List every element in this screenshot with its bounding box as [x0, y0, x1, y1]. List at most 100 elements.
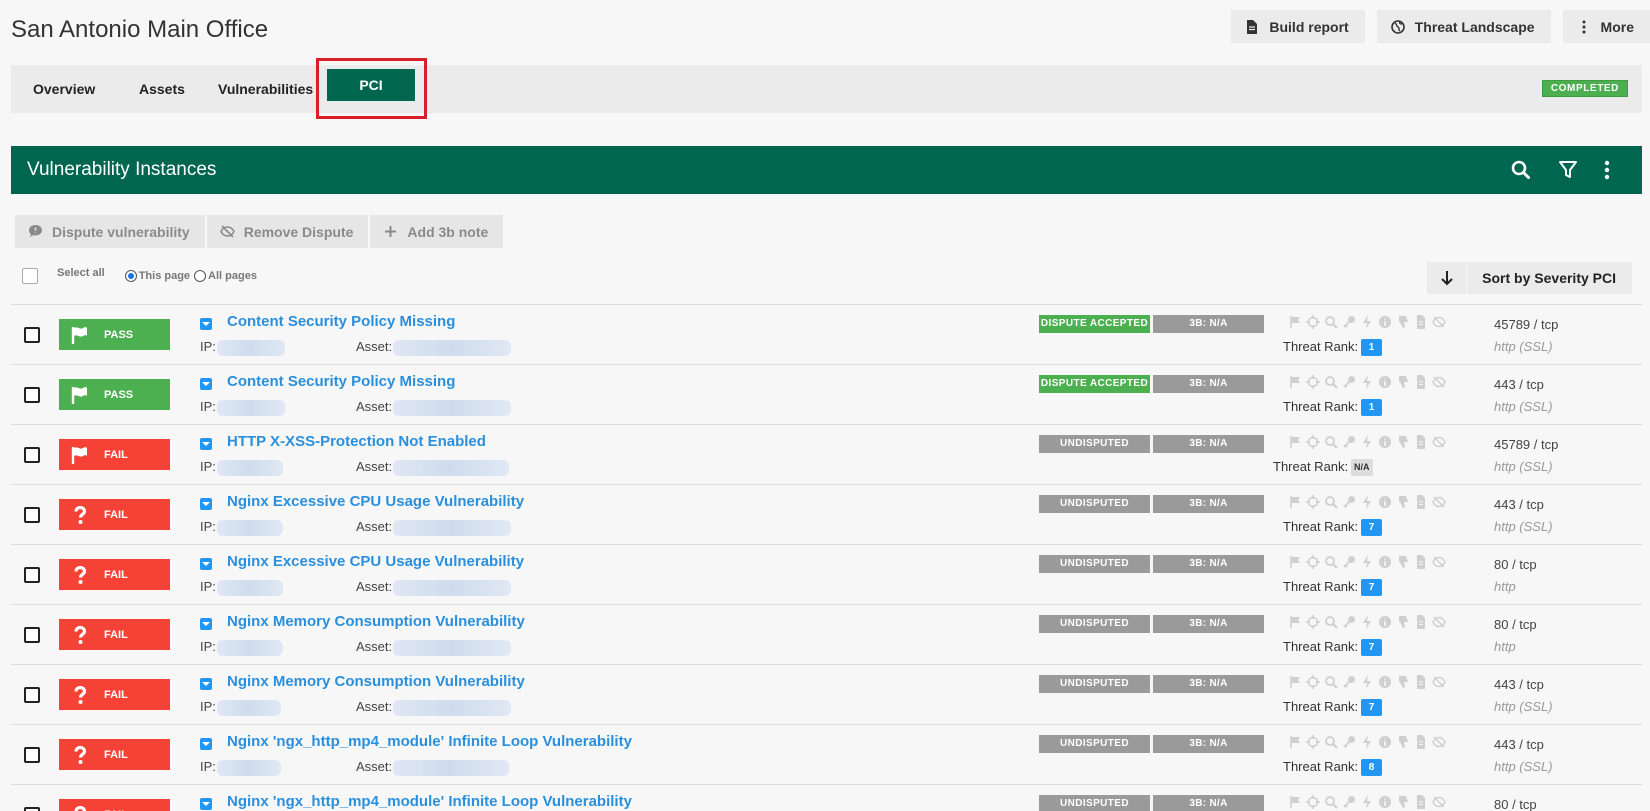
flag-icon[interactable] [1288, 375, 1302, 389]
more-icon[interactable] [1596, 159, 1618, 181]
sort-by-button[interactable]: Sort by Severity PCI [1467, 262, 1632, 294]
bolt-icon[interactable] [1360, 375, 1374, 389]
flag-icon[interactable] [1288, 495, 1302, 509]
thumbs-down-icon[interactable] [1396, 435, 1410, 449]
crosshair-icon[interactable] [1306, 795, 1320, 809]
info-icon[interactable] [1378, 735, 1392, 749]
flag-icon[interactable] [1288, 675, 1302, 689]
eye-slash-icon[interactable] [1432, 795, 1446, 809]
bolt-icon[interactable] [1360, 615, 1374, 629]
document-icon[interactable] [1414, 435, 1428, 449]
crosshair-icon[interactable] [1306, 735, 1320, 749]
row-checkbox[interactable] [24, 807, 40, 811]
flag-icon[interactable] [1288, 615, 1302, 629]
crosshair-icon[interactable] [1306, 315, 1320, 329]
expand-icon[interactable] [200, 558, 212, 570]
vulnerability-title-link[interactable]: Nginx Excessive CPU Usage Vulnerability [227, 493, 524, 510]
thumbs-down-icon[interactable] [1396, 375, 1410, 389]
dispute-vulnerability-button[interactable]: Dispute vulnerability [15, 215, 205, 248]
expand-icon[interactable] [200, 798, 212, 810]
thumbs-down-icon[interactable] [1396, 615, 1410, 629]
expand-icon[interactable] [200, 378, 212, 390]
key-icon[interactable] [1342, 675, 1356, 689]
expand-icon[interactable] [200, 498, 212, 510]
all-pages-radio[interactable] [194, 270, 207, 282]
info-icon[interactable] [1378, 495, 1392, 509]
eye-slash-icon[interactable] [1432, 555, 1446, 569]
expand-icon[interactable] [200, 738, 212, 750]
eye-slash-icon[interactable] [1432, 435, 1446, 449]
flag-icon[interactable] [1288, 795, 1302, 809]
eye-slash-icon[interactable] [1432, 375, 1446, 389]
bolt-icon[interactable] [1360, 435, 1374, 449]
bolt-icon[interactable] [1360, 735, 1374, 749]
document-icon[interactable] [1414, 615, 1428, 629]
crosshair-icon[interactable] [1306, 615, 1320, 629]
search-icon[interactable] [1324, 675, 1338, 689]
info-icon[interactable] [1378, 315, 1392, 329]
more-button[interactable]: More [1562, 10, 1650, 43]
vulnerability-title-link[interactable]: Nginx 'ngx_http_mp4_module' Infinite Loo… [227, 793, 632, 810]
thumbs-down-icon[interactable] [1396, 735, 1410, 749]
key-icon[interactable] [1342, 375, 1356, 389]
expand-icon[interactable] [200, 678, 212, 690]
document-icon[interactable] [1414, 375, 1428, 389]
tab-assets[interactable]: Assets [139, 65, 185, 113]
vulnerability-title-link[interactable]: Nginx 'ngx_http_mp4_module' Infinite Loo… [227, 733, 632, 750]
search-icon[interactable] [1324, 375, 1338, 389]
build-report-button[interactable]: Build report [1231, 10, 1365, 43]
this-page-option[interactable]: This page [124, 270, 190, 282]
flag-icon[interactable] [1288, 555, 1302, 569]
row-checkbox[interactable] [24, 387, 40, 403]
vulnerability-title-link[interactable]: Nginx Memory Consumption Vulnerability [227, 673, 525, 690]
thumbs-down-icon[interactable] [1396, 315, 1410, 329]
bolt-icon[interactable] [1360, 795, 1374, 809]
key-icon[interactable] [1342, 615, 1356, 629]
vulnerability-title-link[interactable]: Nginx Excessive CPU Usage Vulnerability [227, 553, 524, 570]
eye-slash-icon[interactable] [1432, 675, 1446, 689]
crosshair-icon[interactable] [1306, 555, 1320, 569]
search-icon[interactable] [1324, 735, 1338, 749]
row-checkbox[interactable] [24, 627, 40, 643]
search-icon[interactable] [1324, 795, 1338, 809]
select-all-checkbox[interactable] [22, 268, 38, 284]
tab-overview[interactable]: Overview [33, 65, 95, 113]
search-icon[interactable] [1324, 315, 1338, 329]
search-icon[interactable] [1324, 435, 1338, 449]
row-checkbox[interactable] [24, 687, 40, 703]
flag-icon[interactable] [1288, 735, 1302, 749]
all-pages-option[interactable]: All pages [194, 270, 257, 282]
info-icon[interactable] [1378, 615, 1392, 629]
search-icon[interactable] [1510, 159, 1532, 181]
info-icon[interactable] [1378, 375, 1392, 389]
search-icon[interactable] [1324, 615, 1338, 629]
thumbs-down-icon[interactable] [1396, 495, 1410, 509]
info-icon[interactable] [1378, 555, 1392, 569]
thumbs-down-icon[interactable] [1396, 675, 1410, 689]
this-page-radio[interactable] [124, 270, 137, 282]
tab-vulnerabilities[interactable]: Vulnerabilities [218, 65, 313, 113]
tab-pci[interactable]: PCI [327, 69, 415, 101]
row-checkbox[interactable] [24, 747, 40, 763]
row-checkbox[interactable] [24, 327, 40, 343]
sort-direction-button[interactable] [1427, 262, 1467, 294]
thumbs-down-icon[interactable] [1396, 555, 1410, 569]
crosshair-icon[interactable] [1306, 375, 1320, 389]
eye-slash-icon[interactable] [1432, 735, 1446, 749]
filter-icon[interactable] [1557, 159, 1579, 181]
key-icon[interactable] [1342, 795, 1356, 809]
key-icon[interactable] [1342, 735, 1356, 749]
remove-dispute-button[interactable]: Remove Dispute [206, 215, 369, 248]
info-icon[interactable] [1378, 675, 1392, 689]
vulnerability-title-link[interactable]: Nginx Memory Consumption Vulnerability [227, 613, 525, 630]
key-icon[interactable] [1342, 555, 1356, 569]
document-icon[interactable] [1414, 735, 1428, 749]
threat-landscape-button[interactable]: Threat Landscape [1376, 10, 1551, 43]
bolt-icon[interactable] [1360, 555, 1374, 569]
vulnerability-title-link[interactable]: Content Security Policy Missing [227, 313, 455, 330]
bolt-icon[interactable] [1360, 675, 1374, 689]
key-icon[interactable] [1342, 315, 1356, 329]
crosshair-icon[interactable] [1306, 675, 1320, 689]
document-icon[interactable] [1414, 675, 1428, 689]
crosshair-icon[interactable] [1306, 435, 1320, 449]
